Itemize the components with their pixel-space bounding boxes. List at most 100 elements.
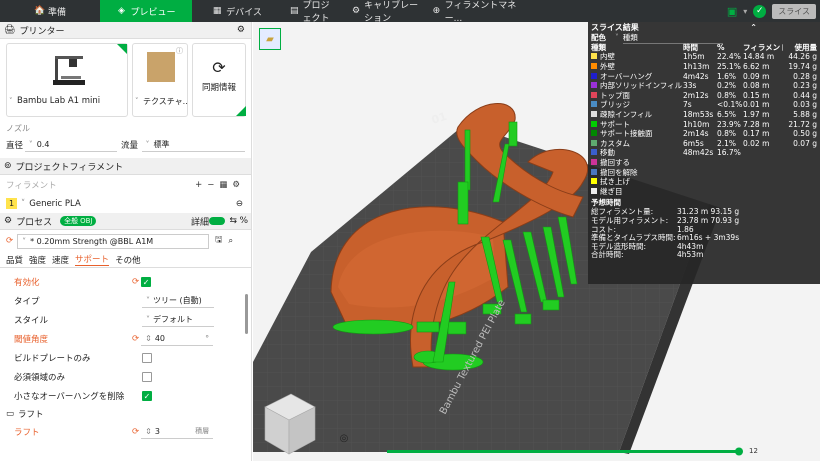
fit-view-icon[interactable]: ◎ <box>337 432 351 446</box>
tab-filament-manager[interactable]: ⊕ フィラメントマネー... <box>430 0 530 24</box>
compare-icon[interactable]: ⇆ <box>229 216 237 226</box>
reset-icon[interactable]: ⟳ <box>6 236 13 246</box>
slice-result-panel: スライス結果⌃ 配色˅種類 種類時間%フィラメント使用量 内壁1h5m22.4%… <box>588 22 820 284</box>
tab-others[interactable]: その他 <box>115 254 141 266</box>
layer-slider-handle[interactable] <box>735 447 743 456</box>
layer-slider-track[interactable] <box>387 450 737 453</box>
printer-card[interactable]: Bambu Lab A1 mini ˅ <box>6 43 128 117</box>
stats-cell-fil: 0.09 m <box>743 71 770 81</box>
slice-button[interactable]: スライス <box>772 3 816 19</box>
tab-speed[interactable]: 速度 <box>52 254 69 266</box>
tab-preview-label: プレビュー <box>130 7 176 18</box>
raft-value: 3 <box>154 426 160 436</box>
process-section-header: ⚙ プロセス 全般 OBJ 詳細 ⇆ % <box>0 213 251 230</box>
nozzle-row: 直径 ˅ 0.4 流量 ˅ 標準 <box>0 136 251 154</box>
plate-thumbnail[interactable]: ▰ <box>259 28 281 50</box>
stats-cell-use: 21.72 g <box>788 119 817 129</box>
stats-cell-time: 4m42s <box>683 71 709 81</box>
stats-row[interactable]: 継ぎ目 <box>588 187 820 197</box>
plate-card[interactable]: ⓘ ˅ テクスチャ... <box>132 43 188 117</box>
tab-quality[interactable]: 品質 <box>6 254 23 266</box>
plate-name: テクスチャ... <box>143 97 187 106</box>
stats-cell-fil: 1.97 m <box>743 110 770 120</box>
color-swatch <box>591 91 597 98</box>
diameter-value: 0.4 <box>36 140 50 149</box>
reset-icon[interactable]: ⟳ <box>132 334 139 344</box>
stats-cell-pct: 0.2% <box>717 81 737 91</box>
stats-cell-fil: 0.17 m <box>743 129 770 139</box>
style-select[interactable]: ˅ デフォルト <box>142 312 214 327</box>
settings-scrollbar[interactable] <box>245 294 248 334</box>
tab-calibration[interactable]: ⚙ キャリブレーション <box>346 0 430 24</box>
calibration-icon: ⚙ <box>352 6 361 16</box>
corner-badge <box>117 44 127 54</box>
printer-settings-icon[interactable]: ⚙ <box>237 25 245 35</box>
tab-preview[interactable]: ◈ プレビュー <box>100 0 192 22</box>
preset-select[interactable]: ˅ * 0.20mm Strength @BBL A1M <box>17 233 210 249</box>
search-icon[interactable]: ⌕ <box>228 236 233 246</box>
sync-filament-icon[interactable]: ▦ <box>219 180 232 190</box>
printer-chevron-icon: ˅ <box>9 97 13 105</box>
stepper-icon[interactable]: ⇕ <box>145 427 152 436</box>
chevron-down-icon: ˅ <box>146 295 150 305</box>
tab-prepare[interactable]: 🏠 準備 <box>0 0 100 22</box>
threshold-input[interactable]: ⇕ 40 ° <box>141 331 214 346</box>
stats-cell-time: 48m42s <box>683 148 714 158</box>
detail-toggle[interactable] <box>209 217 225 225</box>
stats-cell-use: 0.07 g <box>793 138 817 148</box>
collapse-icon[interactable]: ⌃ <box>750 23 757 32</box>
critical-only-checkbox[interactable] <box>142 371 152 382</box>
stats-cell-fil: 0.15 m <box>743 90 770 100</box>
support-settings: 有効化 ⟳ ✓ タイプ ˅ ツリー (自動) スタイル ˅ デフォルト 閾値角度 ⟳ ⇕ 40 ° … <box>0 268 251 441</box>
color-swatch <box>591 149 597 156</box>
tab-project-label: プロジェクト <box>302 1 330 24</box>
type-select[interactable]: ˅ ツリー (自動) <box>142 293 214 308</box>
save-icon[interactable]: 🖫 <box>215 234 222 248</box>
estimate-key: 合計時間: <box>591 250 624 260</box>
global-toggle[interactable]: 全般 OBJ <box>60 216 97 226</box>
stats-cell-pct: 16.7% <box>717 148 741 158</box>
chevron-down-icon: ˅ <box>21 198 26 209</box>
filament-item[interactable]: 1 ˅ Generic PLA ⊖ <box>0 194 251 213</box>
plate-list-icon[interactable]: ▣ <box>727 5 737 18</box>
tab-device[interactable]: ▦ デバイス <box>192 0 282 22</box>
preview-icon: ◈ <box>118 6 125 16</box>
reset-icon[interactable]: ⟳ <box>132 277 139 287</box>
filament-settings-icon[interactable]: ⚙ <box>232 180 245 190</box>
setting-critical-only: 必須領域のみ <box>0 367 251 386</box>
stats-cell-time: 2m12s <box>683 90 709 100</box>
filament-edit-icon[interactable]: ⊖ <box>236 199 243 209</box>
stats-cell-name: 継ぎ目 <box>591 186 683 197</box>
tab-strength[interactable]: 強度 <box>29 254 46 266</box>
slice-check-icon[interactable]: ✓ <box>753 4 767 18</box>
stats-cell-time: 2m14s <box>683 129 709 139</box>
plate-image <box>147 52 175 82</box>
remove-icon[interactable]: − <box>207 180 219 190</box>
stats-cell-use: 0.23 g <box>793 81 817 91</box>
filament-icon: ⊚ <box>4 161 12 171</box>
stats-cell-use: 0.28 g <box>793 71 817 81</box>
stepper-icon[interactable]: ⇕ <box>145 334 152 343</box>
add-icon[interactable]: + <box>195 180 207 190</box>
enable-checkbox[interactable]: ✓ <box>141 276 152 287</box>
raft-layers-input[interactable]: ⇕ 3 積層 <box>141 424 214 439</box>
tab-project[interactable]: ▤ プロジェクト <box>282 0 346 24</box>
raft-icon: ▭ <box>6 408 15 419</box>
flow-select[interactable]: ˅ 標準 <box>141 138 246 152</box>
percent-icon[interactable]: % <box>239 216 248 226</box>
printer-image <box>53 56 85 85</box>
tab-support[interactable]: サポート <box>75 253 110 266</box>
sync-button[interactable]: ⟳ 同期情報 <box>192 43 246 117</box>
build-plate-only-checkbox[interactable] <box>142 352 152 363</box>
device-icon: ▦ <box>212 6 222 16</box>
build-plate-only-label: ビルドプレートのみ <box>14 353 91 364</box>
stats-cell-pct: 0.8% <box>717 129 737 139</box>
reset-icon[interactable]: ⟳ <box>132 427 139 437</box>
dropdown-icon[interactable]: ▾ <box>743 7 747 16</box>
remove-small-overhang-checkbox[interactable]: ✓ <box>142 390 152 401</box>
info-icon[interactable]: ⓘ <box>176 46 183 56</box>
printer-cards: Bambu Lab A1 mini ˅ ⓘ ˅ テクスチャ... ⟳ 同期情報 <box>0 39 251 122</box>
estimate-rows: 総フィラメント量: 31.23 m 93.15 g モデル用フィラメント: 23.78… <box>588 207 820 260</box>
color-swatch <box>591 120 597 127</box>
diameter-select[interactable]: ˅ 0.4 <box>24 138 117 152</box>
